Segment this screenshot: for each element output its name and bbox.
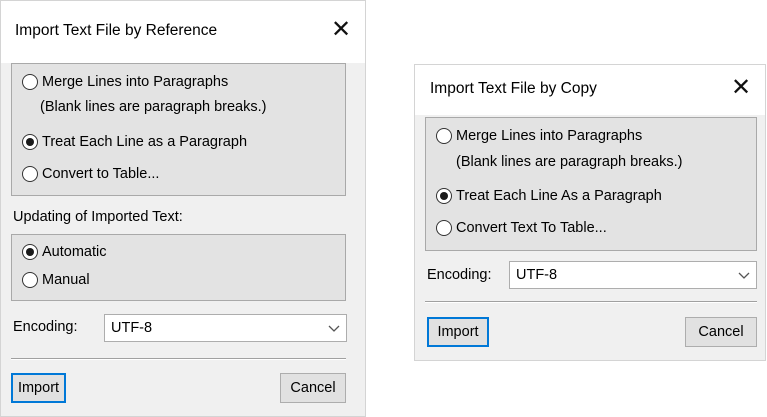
import-by-copy-dialog: Import Text File by Copy ✕ Merge Lines i… — [414, 64, 766, 361]
separator — [11, 358, 346, 360]
radio-merge-lines[interactable]: Merge Lines into Paragraphs — [22, 74, 228, 90]
radio-button-icon — [436, 220, 452, 236]
radio-manual[interactable]: Manual — [22, 272, 90, 288]
radio-button-icon — [22, 244, 38, 260]
radio-label: Convert Text To Table... — [456, 220, 607, 236]
radio-label: Manual — [42, 272, 90, 288]
radio-label: Merge Lines into Paragraphs — [456, 128, 643, 144]
dialog-title: Import Text File by Copy — [430, 80, 597, 97]
paragraph-mode-group: Merge Lines into Paragraphs (Blank lines… — [425, 117, 757, 251]
import-by-reference-dialog: Import Text File by Reference ✕ Merge Li… — [0, 0, 366, 417]
encoding-value: UTF-8 — [516, 267, 558, 283]
close-button[interactable]: ✕ — [725, 73, 757, 102]
radio-button-icon — [22, 166, 38, 182]
encoding-select[interactable]: UTF-8 — [509, 261, 757, 289]
cancel-button[interactable]: Cancel — [685, 317, 757, 347]
radio-treat-each-line[interactable]: Treat Each Line As a Paragraph — [436, 188, 662, 204]
radio-button-icon — [22, 74, 38, 90]
updating-label: Updating of Imported Text: — [13, 209, 183, 225]
radio-convert-table[interactable]: Convert to Table... — [22, 166, 159, 182]
encoding-value: UTF-8 — [111, 320, 153, 336]
close-button[interactable]: ✕ — [325, 15, 357, 44]
radio-label: Automatic — [42, 244, 107, 260]
merge-lines-note: (Blank lines are paragraph breaks.) — [456, 154, 683, 170]
encoding-label: Encoding: — [13, 319, 78, 335]
radio-merge-lines[interactable]: Merge Lines into Paragraphs — [436, 128, 642, 144]
radio-automatic[interactable]: Automatic — [22, 244, 106, 260]
updating-group: Automatic Manual — [11, 234, 346, 301]
merge-lines-note: (Blank lines are paragraph breaks.) — [40, 99, 267, 115]
title-bar: Import Text File by Copy ✕ — [415, 65, 765, 115]
radio-button-icon — [436, 188, 452, 204]
encoding-select[interactable]: UTF-8 — [104, 314, 347, 342]
radio-convert-table[interactable]: Convert Text To Table... — [436, 220, 607, 236]
radio-button-icon — [436, 128, 452, 144]
separator — [425, 301, 757, 303]
radio-button-icon — [22, 134, 38, 150]
radio-label: Treat Each Line As a Paragraph — [456, 188, 662, 204]
radio-label: Merge Lines into Paragraphs — [42, 74, 229, 90]
title-bar: Import Text File by Reference ✕ — [1, 1, 365, 63]
radio-label: Convert to Table... — [42, 166, 160, 182]
paragraph-mode-group: Merge Lines into Paragraphs (Blank lines… — [11, 63, 346, 196]
encoding-label: Encoding: — [427, 267, 492, 283]
chevron-down-icon — [738, 272, 750, 279]
radio-button-icon — [22, 272, 38, 288]
radio-treat-each-line[interactable]: Treat Each Line as a Paragraph — [22, 134, 247, 150]
chevron-down-icon — [328, 325, 340, 332]
import-button[interactable]: Import — [11, 373, 66, 403]
import-button[interactable]: Import — [427, 317, 489, 347]
dialog-title: Import Text File by Reference — [15, 22, 218, 39]
radio-label: Treat Each Line as a Paragraph — [42, 134, 248, 150]
cancel-button[interactable]: Cancel — [280, 373, 346, 403]
